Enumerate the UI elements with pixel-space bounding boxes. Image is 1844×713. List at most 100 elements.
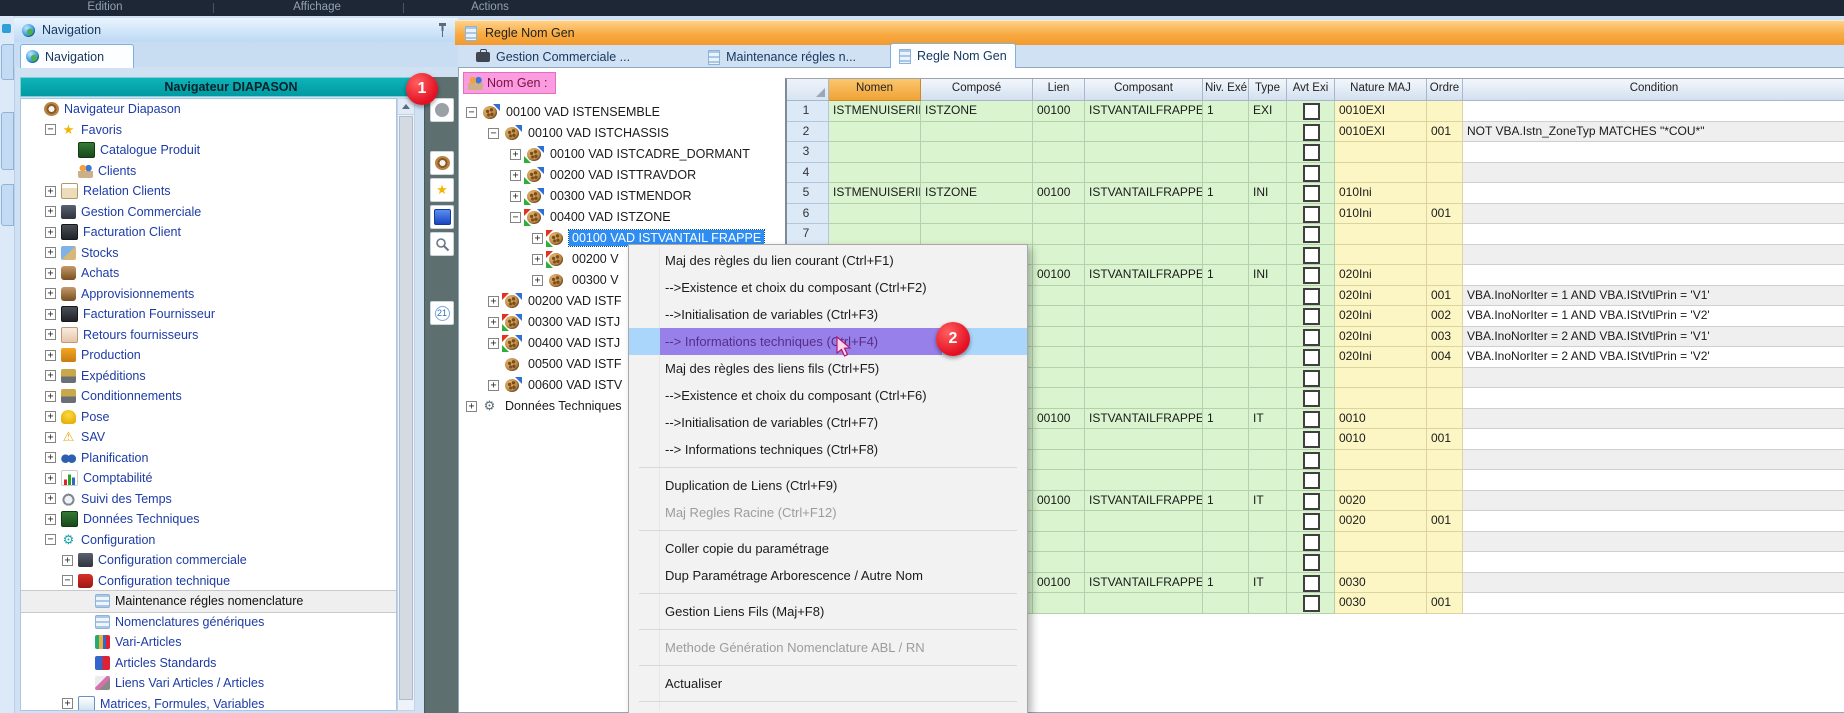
cell-nature[interactable]: 0010: [1335, 429, 1427, 450]
cell-niv[interactable]: 1: [1203, 409, 1249, 430]
row-number[interactable]: 7: [787, 224, 829, 245]
cell-composant[interactable]: ISTVANTAILFRAPPE: [1085, 101, 1203, 122]
cell-ordre[interactable]: [1427, 532, 1463, 553]
sidebar-item[interactable]: +Relation Clients: [21, 181, 396, 202]
cell-ordre[interactable]: 001: [1427, 122, 1463, 143]
sidebar-item[interactable]: +Suivi des Temps: [21, 489, 396, 510]
tree-expander-plus[interactable]: +: [62, 698, 73, 709]
tree-expander-plus[interactable]: +: [45, 493, 56, 504]
cell-condition[interactable]: VBA.InoNorIter = 1 AND VBA.IStVtlPrin = …: [1463, 306, 1844, 327]
column-header-corner[interactable]: [787, 79, 829, 101]
cell-ordre[interactable]: [1427, 491, 1463, 512]
cell-condition[interactable]: [1463, 388, 1844, 409]
cell-avt[interactable]: [1287, 204, 1335, 225]
cell-condition[interactable]: [1463, 224, 1844, 245]
cell-ordre[interactable]: [1427, 388, 1463, 409]
cell-lien[interactable]: [1033, 388, 1085, 409]
column-header-Composé[interactable]: Composé: [921, 79, 1033, 101]
nomgen-item[interactable]: −00100 VAD ISTCHASSIS: [486, 123, 672, 143]
cell-niv[interactable]: [1203, 593, 1249, 614]
cell-condition[interactable]: [1463, 163, 1844, 184]
cell-nature[interactable]: [1335, 450, 1427, 471]
cell-lien[interactable]: [1033, 142, 1085, 163]
tree-expander-plus[interactable]: +: [532, 254, 543, 265]
cell-nature[interactable]: 0010EXI: [1335, 101, 1427, 122]
cell-lien[interactable]: [1033, 224, 1085, 245]
cell-niv[interactable]: [1203, 204, 1249, 225]
cell-niv[interactable]: [1203, 511, 1249, 532]
avt-exi-checkbox[interactable]: [1303, 308, 1320, 325]
cell-ordre[interactable]: 001: [1427, 593, 1463, 614]
cell-composant[interactable]: [1085, 327, 1203, 348]
cell-condition[interactable]: [1463, 368, 1844, 389]
tree-expander-plus[interactable]: +: [45, 288, 56, 299]
nomgen-item[interactable]: 00500 VAD ISTF: [486, 354, 625, 374]
cell-ordre[interactable]: [1427, 450, 1463, 471]
cell-type[interactable]: [1249, 429, 1287, 450]
cell-ordre[interactable]: [1427, 142, 1463, 163]
cell-ordre[interactable]: 004: [1427, 347, 1463, 368]
cell-nature[interactable]: 020Ini: [1335, 327, 1427, 348]
tree-expander-plus[interactable]: +: [45, 432, 56, 443]
cell-nature[interactable]: [1335, 532, 1427, 553]
cell-composant[interactable]: [1085, 450, 1203, 471]
cell-composant[interactable]: [1085, 532, 1203, 553]
sidebar-item[interactable]: −⚙Configuration: [21, 530, 396, 551]
cell-compose[interactable]: ISTZONE: [921, 101, 1033, 122]
cell-ordre[interactable]: [1427, 368, 1463, 389]
menu-item[interactable]: -->Existence et choix du composant (Ctrl…: [629, 274, 1027, 301]
avt-exi-checkbox[interactable]: [1303, 226, 1320, 243]
cell-type[interactable]: [1249, 122, 1287, 143]
cell-nature[interactable]: 020Ini: [1335, 306, 1427, 327]
cell-lien[interactable]: [1033, 122, 1085, 143]
cell-composant[interactable]: ISTVANTAILFRAPPE: [1085, 491, 1203, 512]
cell-type[interactable]: IT: [1249, 409, 1287, 430]
nomgen-item[interactable]: +00200 VAD ISTTRAVDOR: [508, 165, 699, 185]
column-header-Lien[interactable]: Lien: [1033, 79, 1085, 101]
tab-maintenance-r-gles-n-[interactable]: Maintenance régles n...: [700, 46, 864, 68]
column-header-Type[interactable]: Type: [1249, 79, 1287, 101]
cell-lien[interactable]: [1033, 532, 1085, 553]
column-header-Avt Exi[interactable]: Avt Exi: [1287, 79, 1335, 101]
sidebar-item[interactable]: +Achats: [21, 263, 396, 284]
cell-composant[interactable]: [1085, 204, 1203, 225]
cell-type[interactable]: INI: [1249, 183, 1287, 204]
cell-lien[interactable]: [1033, 593, 1085, 614]
cell-nature[interactable]: 020Ini: [1335, 286, 1427, 307]
cell-ordre[interactable]: [1427, 409, 1463, 430]
avt-exi-checkbox[interactable]: [1303, 513, 1320, 530]
menu-item[interactable]: Gestion Liens Fils (Maj+F8): [629, 598, 1027, 625]
cell-nomen[interactable]: ISTMENUISERIE: [829, 183, 921, 204]
nomgen-item[interactable]: +00300 VAD ISTMENDOR: [508, 186, 694, 206]
cell-condition[interactable]: [1463, 450, 1844, 471]
sidebar-item[interactable]: +Configuration commerciale: [21, 550, 396, 571]
sidebar-item[interactable]: Articles Standards: [21, 653, 396, 674]
navigator-button[interactable]: [430, 151, 454, 175]
cell-niv[interactable]: [1203, 224, 1249, 245]
cell-condition[interactable]: [1463, 245, 1844, 266]
avt-exi-checkbox[interactable]: [1303, 411, 1320, 428]
row-number[interactable]: 4: [787, 163, 829, 184]
cell-avt[interactable]: [1287, 409, 1335, 430]
nomgen-item[interactable]: +00600 VAD ISTV: [486, 375, 625, 395]
tree-expander-plus[interactable]: +: [45, 309, 56, 320]
cell-avt[interactable]: [1287, 511, 1335, 532]
cell-lien[interactable]: 00100: [1033, 101, 1085, 122]
tree-expander-plus[interactable]: +: [45, 350, 56, 361]
nomgen-item[interactable]: +00200 V: [530, 249, 622, 269]
cell-ordre[interactable]: [1427, 183, 1463, 204]
cell-lien[interactable]: 00100: [1033, 409, 1085, 430]
cell-type[interactable]: [1249, 224, 1287, 245]
tab-regle-nom-gen[interactable]: Regle Nom Gen: [890, 43, 1016, 68]
cell-type[interactable]: [1249, 532, 1287, 553]
sidebar-item[interactable]: +Approvisionnements: [21, 284, 396, 305]
cell-condition[interactable]: NOT VBA.Istn_ZoneTyp MATCHES "*COU*": [1463, 122, 1844, 143]
cell-niv[interactable]: [1203, 368, 1249, 389]
cell-niv[interactable]: [1203, 552, 1249, 573]
dock-tab[interactable]: [1, 184, 14, 226]
cell-niv[interactable]: [1203, 327, 1249, 348]
cell-condition[interactable]: [1463, 532, 1844, 553]
sidebar-item[interactable]: −★Favoris: [21, 120, 396, 141]
cell-avt[interactable]: [1287, 429, 1335, 450]
cell-ordre[interactable]: [1427, 224, 1463, 245]
